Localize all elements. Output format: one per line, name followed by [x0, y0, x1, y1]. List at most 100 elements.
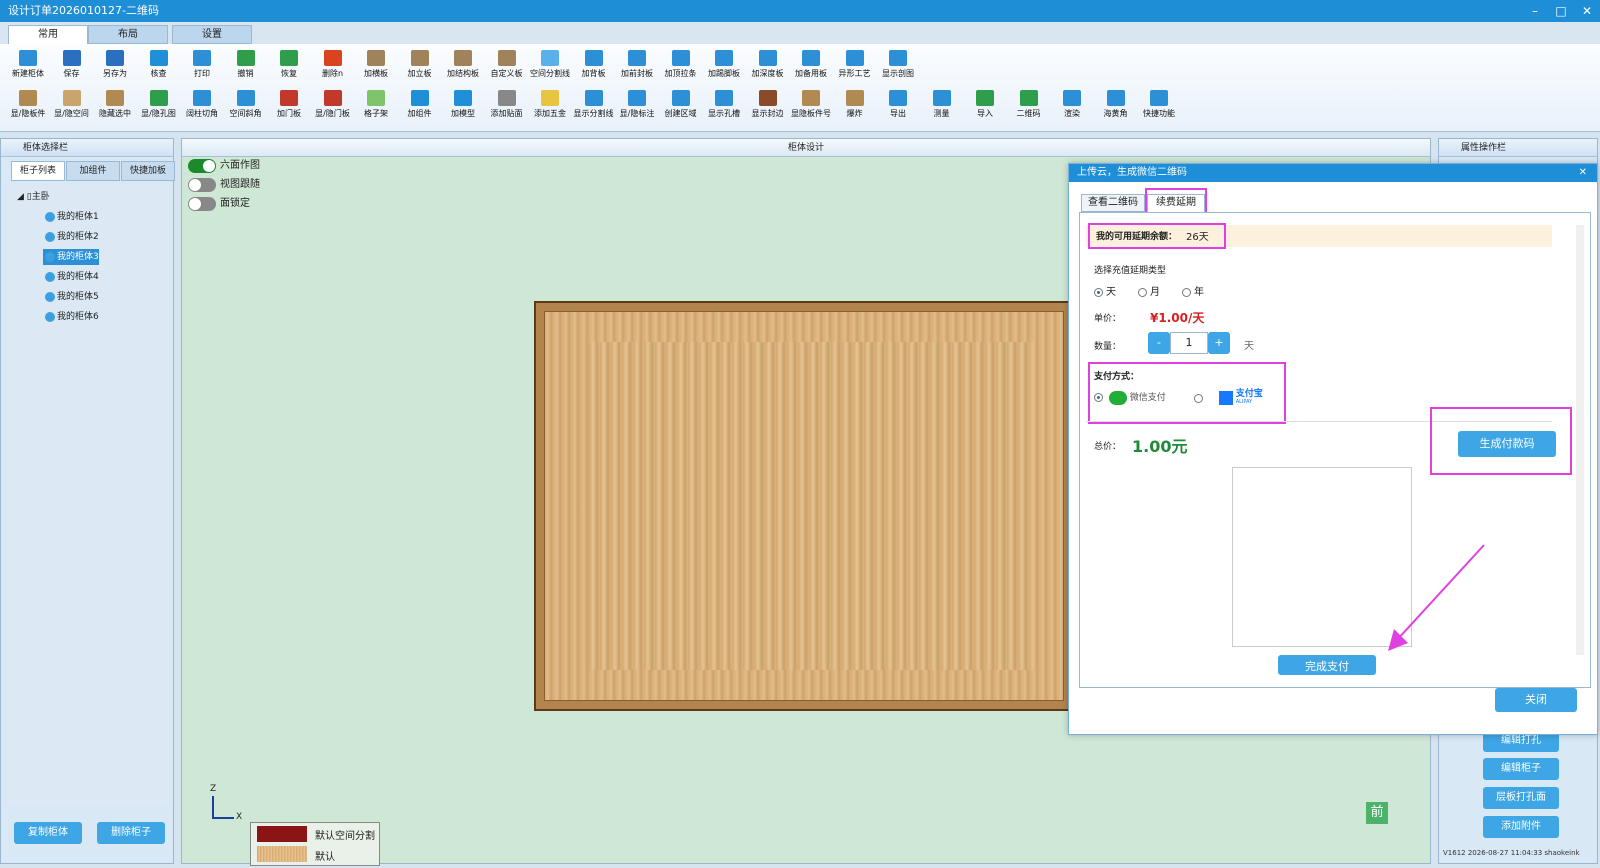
toolbar-button-r2-6[interactable]: 加门板	[267, 88, 311, 126]
tab-layout[interactable]: 布局	[88, 25, 168, 44]
toolbar-button-r1-9[interactable]: 加立板	[398, 48, 442, 86]
toolbar-button-r1-0[interactable]: 新建柜体	[6, 48, 50, 86]
toolbar-button-r2-17[interactable]: 显示封边	[746, 88, 790, 126]
toolbar-icon	[845, 90, 864, 106]
tree-item-cabinet[interactable]: 我的柜体6	[43, 309, 99, 325]
toolbar-label: 显隐板件号	[791, 109, 831, 118]
tab-add-component[interactable]: 加组件	[66, 161, 120, 181]
toolbar-button-r2-5[interactable]: 空间斜角	[224, 88, 268, 126]
face-lock-toggle[interactable]	[188, 197, 216, 211]
qty-minus-button[interactable]: -	[1148, 332, 1170, 354]
toolbar-button-r1-15[interactable]: 加顶拉条	[659, 48, 703, 86]
toolbar-button-r2-19[interactable]: 爆炸	[833, 88, 877, 126]
toolbar-button-r1-14[interactable]: 加前封板	[615, 48, 659, 86]
expand-arrow-icon[interactable]: ◢	[17, 192, 27, 202]
total-label: 总价：	[1094, 442, 1122, 452]
toolbar-label: 添加贴面	[490, 109, 523, 118]
toolbar-button-r2-22[interactable]: 导入	[963, 88, 1007, 126]
toolbar-button-r1-3[interactable]: 核查	[137, 48, 181, 86]
delete-cabinet-button[interactable]: 删除柜子	[97, 822, 165, 844]
view-follow-toggle[interactable]	[188, 178, 216, 192]
toolbar-button-r1-16[interactable]: 加踢脚板	[702, 48, 746, 86]
toolbar-button-r2-0[interactable]: 显/隐板件	[6, 88, 50, 126]
toolbar-button-r2-21[interactable]: 测量	[920, 88, 964, 126]
toolbar-button-r1-20[interactable]: 显示剖图	[876, 48, 920, 86]
minimize-button[interactable]: –	[1522, 0, 1548, 22]
toolbar-button-r1-7[interactable]: 删除n	[311, 48, 355, 86]
toolbar-button-r1-1[interactable]: 保存	[50, 48, 94, 86]
qty-input[interactable]: 1	[1170, 332, 1208, 354]
dialog-close-icon[interactable]: ✕	[1579, 164, 1587, 182]
type-option-day[interactable]: 天	[1094, 283, 1116, 298]
toolbar-button-r2-23[interactable]: 二维码	[1007, 88, 1051, 126]
edit-cabinet-button[interactable]: 编辑柜子	[1483, 758, 1559, 780]
type-option-year[interactable]: 年	[1182, 283, 1204, 298]
toolbar-button-r2-3[interactable]: 显/隐孔图	[137, 88, 181, 126]
front-view-indicator[interactable]: 前	[1366, 802, 1388, 824]
tree-item-cabinet[interactable]: 我的柜体1	[43, 209, 99, 225]
toolbar-button-r1-12[interactable]: 空间分割线	[528, 48, 572, 86]
type-option-month[interactable]: 月	[1138, 283, 1160, 298]
renewal-form: 我的可用延期余额： 26天 选择充值延期类型 天 月 年 单价： ¥1.00/天…	[1079, 212, 1591, 688]
toolbar-button-r1-18[interactable]: 加备用板	[789, 48, 833, 86]
toolbar-button-r1-8[interactable]: 加横板	[354, 48, 398, 86]
toolbar-button-r1-10[interactable]: 加结构板	[441, 48, 485, 86]
toolbar-button-r1-2[interactable]: 另存为	[93, 48, 137, 86]
radio-month[interactable]	[1138, 287, 1147, 297]
toolbar-icon	[584, 50, 603, 66]
close-window-button[interactable]: ✕	[1574, 0, 1600, 22]
toolbar-button-r2-13[interactable]: 显示分割线	[572, 88, 616, 126]
complete-payment-button[interactable]: 完成支付	[1278, 655, 1376, 675]
toolbar-button-r2-2[interactable]: 隐藏选中	[93, 88, 137, 126]
toolbar-button-r2-24[interactable]: 渲染	[1050, 88, 1094, 126]
toolbar-button-r1-17[interactable]: 加深度板	[746, 48, 790, 86]
tree-root[interactable]: ◢ ▯主卧	[15, 189, 50, 205]
toolbar-button-r2-18[interactable]: 显隐板件号	[789, 88, 833, 126]
ribbon-toolbar: 新建柜体 保存 另存为 核查 打印 撤销 恢复 删除n 加横板 加立板 加结构板 自定义板 空间分割线加…	[0, 44, 1600, 132]
tree-item-cabinet[interactable]: 我的柜体3	[43, 249, 99, 265]
toolbar-button-r1-19[interactable]: 异形工艺	[833, 48, 877, 86]
dialog-close-button[interactable]: 关闭	[1495, 688, 1577, 712]
toolbar-button-r1-4[interactable]: 打印	[180, 48, 224, 86]
radio-year[interactable]	[1182, 287, 1191, 297]
tab-cabinet-list[interactable]: 柜子列表	[11, 161, 65, 181]
toolbar-button-r2-9[interactable]: 加组件	[398, 88, 442, 126]
view-follow-label: 视图跟随	[220, 179, 260, 190]
tab-view-qr[interactable]: 查看二维码	[1081, 194, 1145, 212]
toolbar-button-r2-11[interactable]: 添加贴面	[485, 88, 529, 126]
maximize-button[interactable]: □	[1548, 0, 1574, 22]
toolbar-button-r2-10[interactable]: 加模型	[441, 88, 485, 126]
radio-day[interactable]	[1094, 287, 1103, 297]
add-attachment-button[interactable]: 添加附件	[1483, 816, 1559, 838]
tab-quick-add-board[interactable]: 快捷加板	[121, 161, 175, 181]
toolbar-button-r2-1[interactable]: 显/隐空间	[50, 88, 94, 126]
shelf-drilling-face-button[interactable]: 层板打孔面	[1483, 787, 1559, 809]
tab-settings[interactable]: 设置	[172, 25, 252, 44]
toolbar-icon	[410, 50, 429, 66]
toolbar-button-r2-25[interactable]: 海黄角	[1094, 88, 1138, 126]
toolbar-button-r2-16[interactable]: 显示孔槽	[702, 88, 746, 126]
toolbar-button-r2-15[interactable]: 创建区域	[659, 88, 703, 126]
toolbar-button-r1-11[interactable]: 自定义板	[485, 48, 529, 86]
six-face-toggle[interactable]	[188, 159, 216, 173]
toolbar-button-r2-4[interactable]: 阔柱切角	[180, 88, 224, 126]
copy-cabinet-button[interactable]: 复制柜体	[14, 822, 82, 844]
form-scrollbar[interactable]	[1576, 225, 1584, 655]
toolbar-button-r2-8[interactable]: 格子架	[354, 88, 398, 126]
toolbar-button-r2-20[interactable]: 导出	[876, 88, 920, 126]
cabinet-3d-model[interactable]	[534, 301, 1074, 711]
toolbar-button-r1-5[interactable]: 撤销	[224, 48, 268, 86]
toolbar-icon	[976, 90, 994, 106]
tree-item-cabinet[interactable]: 我的柜体5	[43, 289, 99, 305]
tree-item-cabinet[interactable]: 我的柜体4	[43, 269, 99, 285]
toolbar-button-r2-26[interactable]: 快捷功能	[1137, 88, 1181, 126]
toolbar-button-r2-7[interactable]: 显/隐门板	[311, 88, 355, 126]
toolbar-button-r2-14[interactable]: 显/隐标注	[615, 88, 659, 126]
qty-plus-button[interactable]: +	[1208, 332, 1230, 354]
toolbar-button-r1-13[interactable]: 加背板	[572, 48, 616, 86]
tab-common[interactable]: 常用	[8, 25, 88, 44]
toolbar-button-r2-12[interactable]: 添加五金	[528, 88, 572, 126]
toolbar-button-r1-6[interactable]: 恢复	[267, 48, 311, 86]
toolbar-label: 创建区域	[664, 109, 697, 118]
tree-item-cabinet[interactable]: 我的柜体2	[43, 229, 99, 245]
